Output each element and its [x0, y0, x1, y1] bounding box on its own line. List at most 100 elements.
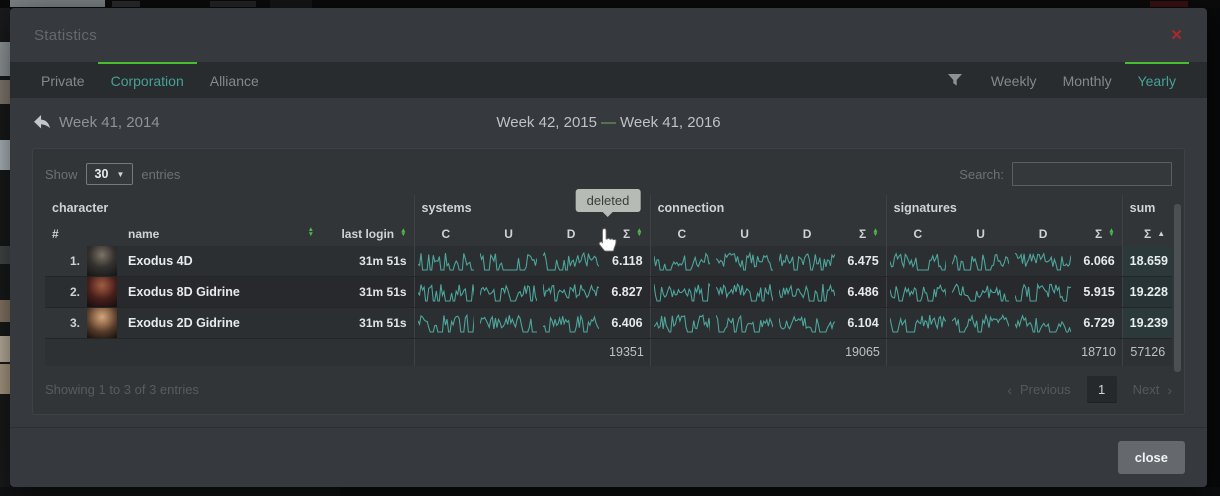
page-number-button[interactable]: 1: [1087, 376, 1117, 403]
connection-sparkline: [650, 308, 713, 339]
last-login-value: 31m 51s: [321, 277, 414, 308]
signatures-sparkline: [949, 246, 1012, 277]
close-icon[interactable]: ✕: [1170, 28, 1183, 43]
signatures-sum-value: 6.066: [1074, 246, 1122, 277]
connection-sparkline: [713, 308, 776, 339]
rank-cell: 3.: [45, 308, 87, 339]
column-header-signatures-c[interactable]: C: [886, 221, 949, 246]
column-header-systems-d[interactable]: D: [540, 221, 602, 246]
search-input[interactable]: [1012, 162, 1172, 186]
avatar-cell: [87, 246, 121, 277]
filter-icon[interactable]: [948, 62, 962, 98]
signatures-sum-value: 5.915: [1074, 277, 1122, 308]
systems-sparkline: [477, 277, 540, 308]
column-header-connection-sigma[interactable]: Σ▲▼: [838, 221, 886, 246]
bg-fragment: [0, 246, 10, 264]
previous-page-button[interactable]: ‹ Previous: [1007, 382, 1070, 398]
column-header-connection-c[interactable]: C: [650, 221, 713, 246]
column-header-connection-u[interactable]: U: [713, 221, 776, 246]
page-size-control: Show 30 ▼ entries: [45, 163, 180, 185]
signatures-sparkline: [949, 308, 1012, 339]
column-header-connection-d[interactable]: D: [776, 221, 838, 246]
table-row[interactable]: 3.Exodus 2D Gidrine31m 51s6.4066.1046.72…: [45, 308, 1172, 339]
table-row[interactable]: 2.Exodus 8D Gidrine31m 51s6.8276.4865.91…: [45, 277, 1172, 308]
column-header-rank[interactable]: #: [45, 221, 87, 246]
column-header-name[interactable]: name▲▼: [121, 221, 321, 246]
avatar: [87, 246, 117, 276]
tab-weekly[interactable]: Weekly: [978, 62, 1050, 98]
column-header-signatures-sigma[interactable]: Σ▲▼: [1074, 221, 1122, 246]
bg-fragment: [10, 0, 105, 7]
connection-sum-value: 6.104: [838, 308, 886, 339]
column-header-systems-c[interactable]: C: [414, 221, 477, 246]
pagination: ‹ Previous 1 Next ›: [1007, 376, 1172, 403]
column-header-sum-sigma[interactable]: Σ▲: [1122, 221, 1172, 246]
connection-sparkline: [713, 246, 776, 277]
column-header-signatures-u[interactable]: U: [949, 221, 1012, 246]
chevron-left-icon: ‹: [1007, 382, 1012, 398]
close-button[interactable]: close: [1118, 441, 1185, 474]
bg-fragment: [0, 42, 10, 76]
signatures-sparkline: [1012, 277, 1074, 308]
tab-private[interactable]: Private: [28, 62, 98, 98]
systems-sum-value: 6.406: [602, 308, 650, 339]
signatures-sum-value: 6.729: [1074, 308, 1122, 339]
bg-fragment: [1150, 1, 1188, 7]
column-header-signatures-d[interactable]: D: [1012, 221, 1074, 246]
next-page-button[interactable]: Next ›: [1133, 382, 1172, 398]
previous-week-button[interactable]: Week 41, 2014: [34, 114, 160, 131]
group-header-connection: connection: [650, 195, 886, 221]
totals-empty: [45, 339, 414, 366]
column-header-name-label: name: [128, 227, 159, 241]
table-scrollbar[interactable]: [1174, 204, 1181, 372]
table-panel: Show 30 ▼ entries Search: charactersyste…: [32, 148, 1185, 415]
systems-sparkline: [540, 277, 602, 308]
week-navigation: Week 41, 2014 Week 42, 2015—Week 41, 201…: [10, 98, 1207, 146]
total-sum-value: 19.239: [1122, 308, 1172, 339]
avatar: [87, 277, 117, 307]
sort-icon: ▲▼: [400, 229, 406, 238]
totals-spacer: [414, 339, 602, 366]
tab-yearly[interactable]: Yearly: [1125, 62, 1189, 98]
bg-fragment: [210, 1, 256, 7]
rank-cell: 1.: [45, 246, 87, 277]
totals-spacer: [650, 339, 838, 366]
tab-monthly[interactable]: Monthly: [1050, 62, 1125, 98]
column-header-avatar: [87, 221, 121, 246]
totals-sum: 57126: [1122, 339, 1172, 366]
connection-sparkline: [713, 277, 776, 308]
tab-alliance[interactable]: Alliance: [197, 62, 272, 98]
modal-header: Statistics ✕: [10, 8, 1207, 62]
tab-corporation[interactable]: Corporation: [98, 62, 197, 98]
systems-sparkline: [477, 308, 540, 339]
signatures-sparkline: [886, 308, 949, 339]
signatures-sparkline: [1012, 308, 1074, 339]
sort-asc-icon: ▲: [1157, 229, 1165, 238]
systems-sparkline: [540, 308, 602, 339]
character-name: Exodus 8D Gidrine: [121, 277, 321, 308]
page-size-select[interactable]: 30 ▼: [86, 163, 134, 185]
systems-sparkline: [540, 246, 602, 277]
period-tabs: Weekly Monthly Yearly: [948, 62, 1189, 98]
column-header-systems-u[interactable]: U: [477, 221, 540, 246]
bg-fragment: [0, 140, 10, 170]
bg-fragment: [0, 300, 10, 322]
search-label: Search:: [959, 167, 1004, 182]
systems-sparkline: [414, 308, 477, 339]
connection-sparkline: [776, 246, 838, 277]
systems-sparkline: [477, 246, 540, 277]
bg-fragment: [112, 1, 140, 7]
rank-cell: 2.: [45, 277, 87, 308]
connection-sum-value: 6.475: [838, 246, 886, 277]
range-separator: —: [597, 114, 620, 131]
previous-week-label: Week 41, 2014: [59, 114, 160, 131]
totals-connection: 19065: [838, 339, 886, 366]
totals-systems: 19351: [602, 339, 650, 366]
column-header-last-login[interactable]: last login▲▼: [321, 221, 414, 246]
last-login-value: 31m 51s: [321, 308, 414, 339]
group-header-signatures: signatures: [886, 195, 1122, 221]
totals-row: 19351190651871057126: [45, 339, 1172, 366]
character-name: Exodus 4D: [121, 246, 321, 277]
modal-footer: close: [10, 427, 1207, 487]
connection-sum-value: 6.486: [838, 277, 886, 308]
